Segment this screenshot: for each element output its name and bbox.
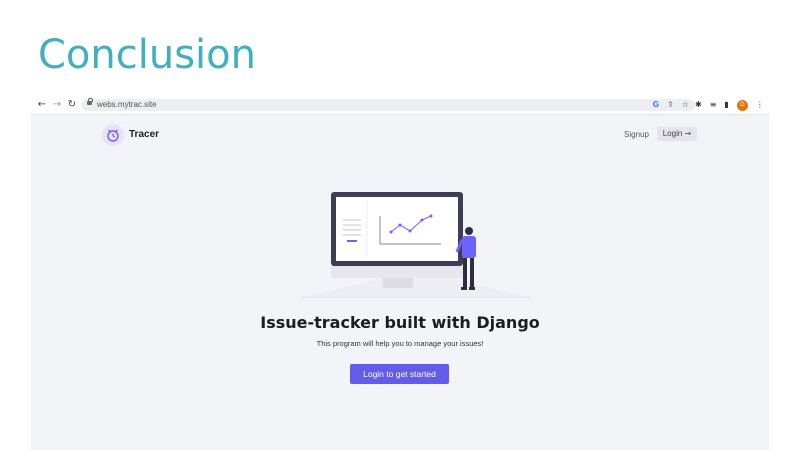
browser-toolbar: ← → ↻ webs.mytrac.site G ⇪ ☆ ✱ ≡ ▮ G ⋮ — [31, 96, 769, 115]
star-icon[interactable]: ☆ — [682, 99, 689, 111]
browser-window: ← → ↻ webs.mytrac.site G ⇪ ☆ ✱ ≡ ▮ G ⋮ T… — [31, 96, 769, 450]
profile-avatar[interactable]: G — [736, 99, 748, 111]
brand-name[interactable]: Tracer — [129, 129, 159, 140]
arrow-right-icon: → — [684, 129, 692, 138]
back-arrow-icon[interactable]: ← — [35, 98, 49, 112]
forward-arrow-icon[interactable]: → — [50, 98, 64, 112]
hero-headline: Issue-tracker built with Django — [260, 313, 540, 332]
reload-icon[interactable]: ↻ — [65, 98, 79, 112]
hero-illustration — [301, 192, 531, 307]
more-menu-icon[interactable]: ⋮ — [756, 98, 764, 112]
login-button[interactable]: Login → — [657, 127, 697, 141]
side-panel-icon[interactable]: ▮ — [724, 98, 728, 112]
slide-title: Conclusion — [38, 32, 256, 78]
address-bar[interactable]: webs.mytrac.site G ⇪ ☆ — [81, 98, 695, 111]
hero-subtext: This program will help you to manage you… — [316, 339, 484, 348]
extensions-icon[interactable]: ✱ — [695, 98, 702, 112]
url-text[interactable]: webs.mytrac.site — [97, 99, 157, 111]
reading-list-icon[interactable]: ≡ — [710, 98, 717, 112]
google-icon[interactable]: G — [653, 99, 660, 111]
get-started-button[interactable]: Login to get started — [350, 364, 449, 384]
lock-icon[interactable] — [87, 98, 93, 105]
login-label: Login — [662, 129, 683, 138]
alarm-clock-icon — [107, 129, 119, 142]
tracer-logo[interactable] — [102, 124, 124, 146]
share-icon[interactable]: ⇪ — [667, 99, 674, 111]
signup-link[interactable]: Signup — [624, 130, 649, 139]
